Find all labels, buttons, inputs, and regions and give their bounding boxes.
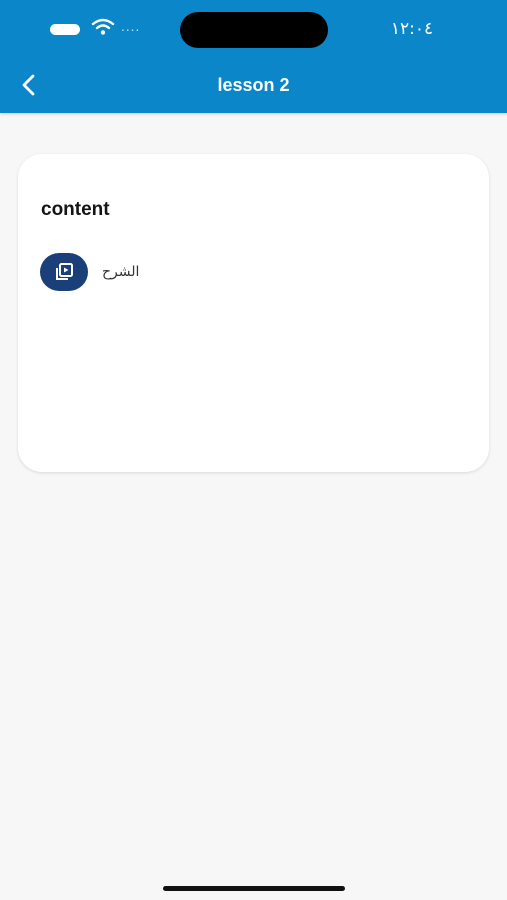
video-library-icon — [40, 253, 88, 291]
top-app-bar: .... ١٢:٠٤ lesson 2 — [0, 0, 507, 113]
battery-icon — [50, 24, 80, 35]
signal-dots-icon: .... — [121, 20, 141, 34]
card-heading: content — [41, 199, 110, 220]
page-title: lesson 2 — [217, 75, 290, 95]
home-indicator[interactable] — [163, 886, 345, 891]
chevron-left-icon — [22, 74, 35, 96]
wifi-icon — [91, 18, 115, 35]
back-button[interactable] — [12, 68, 46, 102]
status-time: ١٢:٠٤ — [390, 19, 434, 39]
content-card: content الشرح — [18, 154, 489, 472]
dynamic-island — [180, 12, 328, 48]
status-bar: .... ١٢:٠٤ — [0, 0, 507, 60]
content-item-explanation[interactable]: الشرح — [40, 252, 240, 292]
content-item-label: الشرح — [102, 264, 140, 280]
